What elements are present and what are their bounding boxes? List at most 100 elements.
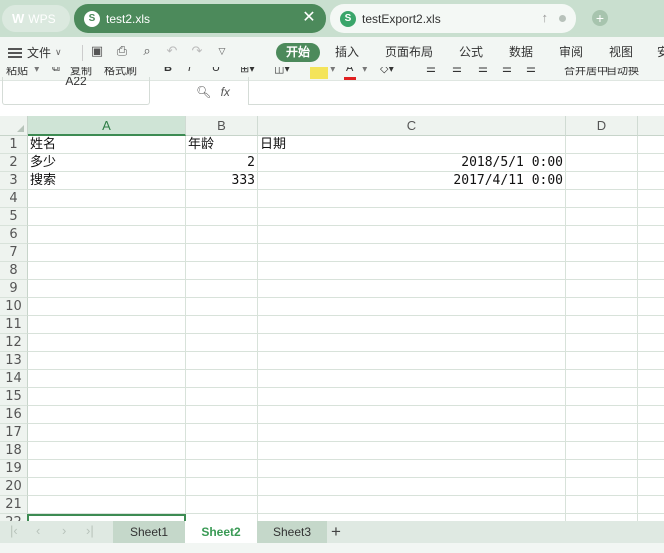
italic-button[interactable]: I [188,67,191,74]
row-header[interactable]: 22 [0,514,28,521]
next-sheet-icon[interactable]: › [62,523,66,538]
gridline [28,423,664,424]
gridline [28,315,664,316]
dropdown-icon[interactable]: ▾ [34,67,40,75]
row-header[interactable]: 7 [0,244,28,262]
spreadsheet-doc-icon: S [84,10,100,27]
column-header-c[interactable]: C [258,116,566,136]
tab-view[interactable]: 视图 [609,43,633,62]
fx-icon[interactable]: fx [221,85,230,99]
gridline [28,459,664,460]
cell-a1[interactable]: 姓名 [28,136,185,154]
row-header[interactable]: 18 [0,442,28,460]
row-header[interactable]: 3 [0,172,28,190]
wps-home-tab[interactable]: W WPS [2,5,70,32]
row-header[interactable]: 9 [0,280,28,298]
border-icon[interactable]: ⊞▾ [240,67,255,75]
cell-b1[interactable]: 年龄 [186,136,257,154]
clear-format-icon[interactable]: ◇▾ [380,67,394,75]
cell-c2[interactable]: 2018/5/1 0:00 [258,154,565,172]
row-header[interactable]: 11 [0,316,28,334]
sheet-tab-sheet2[interactable]: Sheet2 [185,521,257,543]
print-preview-icon[interactable]: ⌕ [139,43,155,59]
spreadsheet-window: W WPS S test2.xls ✕ S testExport2.xls ↑ … [0,0,664,553]
document-tab-test2[interactable]: S test2.xls ✕ [74,4,326,33]
row-header[interactable]: 17 [0,424,28,442]
row-header[interactable]: 16 [0,406,28,424]
align-right-icon[interactable]: ☰ [478,67,488,75]
cell-a3[interactable]: 搜索 [28,172,185,190]
close-tab-icon[interactable]: ✕ [300,9,318,27]
gridline [28,477,664,478]
tab-review[interactable]: 审阅 [559,43,583,62]
dropdown-icon[interactable]: ▾ [330,67,336,75]
row-header[interactable]: 4 [0,190,28,208]
distribute-icon[interactable]: ☰ [526,67,536,75]
document-tab-testexport2[interactable]: S testExport2.xls ↑ [330,4,576,33]
cell-b3[interactable]: 333 [186,172,257,190]
first-sheet-icon[interactable]: |‹ [10,523,18,538]
column-header-b[interactable]: B [186,116,258,136]
redo-icon[interactable]: ↷ [189,43,205,59]
prev-sheet-icon[interactable]: ‹ [36,523,40,538]
divider [82,45,83,61]
row-header[interactable]: 14 [0,370,28,388]
gridline [28,207,664,208]
tab-page-layout[interactable]: 页面布局 [385,43,433,62]
active-cell-selection[interactable] [27,514,186,521]
cell-a2[interactable]: 多少 [28,154,185,172]
row-header[interactable]: 2 [0,154,28,172]
column-header-a[interactable]: A [28,116,186,136]
tab-security[interactable]: 安 [657,43,664,62]
formula-bar: A22 🔍︎ fx [0,77,664,116]
tab-insert[interactable]: 插入 [335,43,359,62]
cell-c1[interactable]: 日期 [258,136,565,154]
column-header-d[interactable]: D [566,116,638,136]
row-header[interactable]: 12 [0,334,28,352]
upload-icon[interactable]: ↑ [542,10,549,25]
tab-formulas[interactable]: 公式 [459,43,483,62]
align-center-icon[interactable]: ☰ [452,67,462,75]
undo-icon[interactable]: ↶ [164,43,180,59]
fill-style-icon[interactable]: ◫▾ [274,67,290,75]
row-header[interactable]: 6 [0,226,28,244]
row-header[interactable]: 5 [0,208,28,226]
name-box[interactable]: A22 [2,77,150,105]
tab-home[interactable]: 开始 [276,43,321,62]
chevron-down-icon: ∨ [55,47,62,57]
dropdown-icon[interactable]: ▾ [362,67,368,75]
justify-icon[interactable]: ☰ [502,67,512,75]
row-header[interactable]: 19 [0,460,28,478]
zoom-icon[interactable]: 🔍︎ [196,85,211,99]
sheet-tab-sheet1[interactable]: Sheet1 [113,521,185,543]
row-header[interactable]: 8 [0,262,28,280]
cell-c3[interactable]: 2017/4/11 0:00 [258,172,565,190]
row-header[interactable]: 13 [0,352,28,370]
print-icon[interactable]: ⎙ [114,43,130,59]
font-color-icon[interactable]: A [346,67,353,74]
sheet-tab-sheet3[interactable]: Sheet3 [257,521,327,543]
new-tab-icon[interactable]: + [592,10,608,26]
cell-b2[interactable]: 2 [186,154,257,172]
add-sheet-button[interactable]: + [331,521,341,543]
select-all-corner[interactable] [0,116,28,136]
row-header[interactable]: 15 [0,388,28,406]
row-header[interactable]: 21 [0,496,28,514]
copy-icon[interactable]: ⧉ [52,67,60,75]
file-menu-button[interactable]: 文件 ∨ [8,44,62,61]
tab-data[interactable]: 数据 [509,43,533,62]
row-header[interactable]: 1 [0,136,28,154]
row-header[interactable]: 20 [0,478,28,496]
worksheet-grid[interactable]: A B C D 1 2 3 4 5 6 7 8 9 10 11 12 13 14 15 16 17 18 19 20 2… [0,116,664,521]
bold-button[interactable]: B [164,67,172,74]
customize-dropdown-icon[interactable]: ▽ [214,43,230,59]
underline-icon[interactable]: U [212,67,220,74]
column-header-e[interactable] [638,116,664,136]
title-bar: W WPS S test2.xls ✕ S testExport2.xls ↑ … [0,0,664,37]
document-tab-name: testExport2.xls [362,11,441,26]
formula-input[interactable] [248,77,664,105]
save-icon[interactable]: ▣ [89,43,105,59]
last-sheet-icon[interactable]: ›| [86,523,94,538]
row-header[interactable]: 10 [0,298,28,316]
align-left-icon[interactable]: ☰ [426,67,436,75]
